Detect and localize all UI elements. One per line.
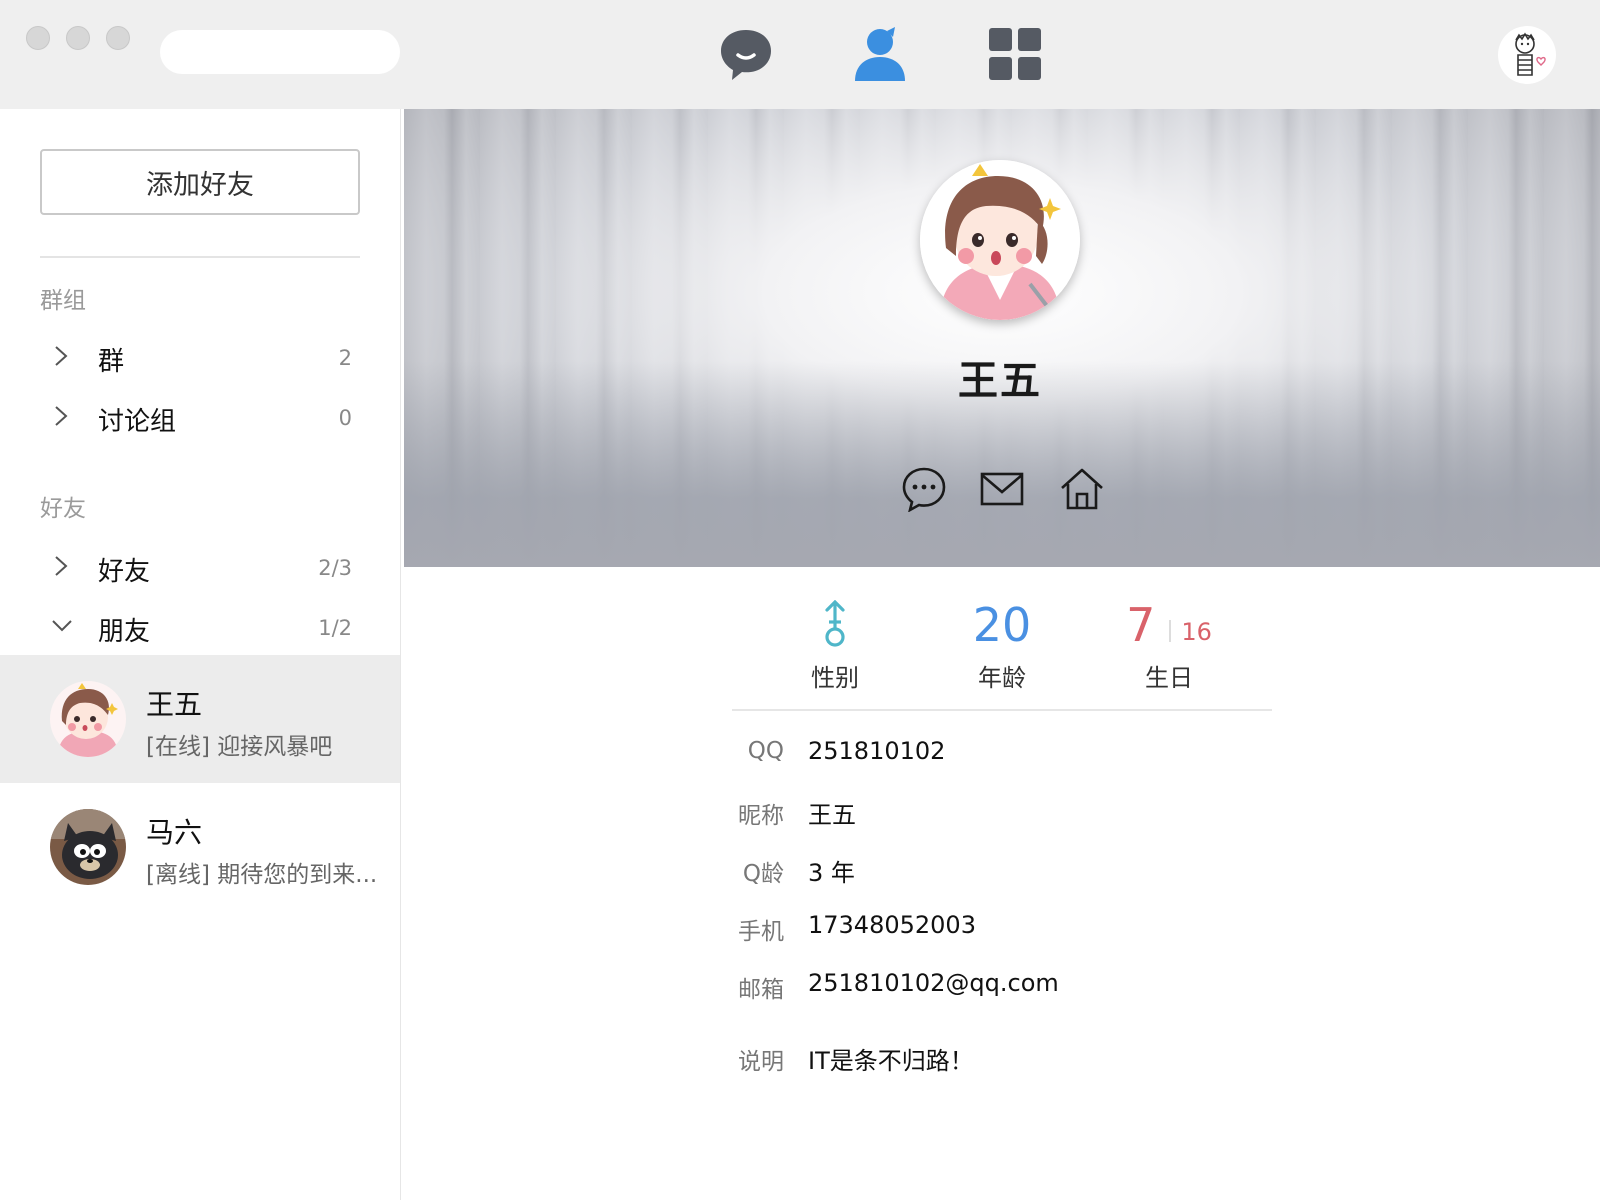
info-row-qq: QQ 251810102 [720,732,1420,772]
profile-stats: 性别 20 年龄 7 16 生日 [732,590,1272,710]
group-folder-count: 2 [338,346,352,370]
group-folder-discussion[interactable]: 讨论组 0 [0,393,400,449]
sidebar: 添加好友 群组 群 2 讨论组 0 好友 好友 2/3 朋友 1/2 王五 [在… [0,109,401,1200]
age-stat: 20 年龄 [927,590,1077,693]
nav-contacts-tab[interactable] [850,24,910,84]
title-bar [0,0,1600,109]
info-value: 3 年 [808,859,855,887]
age-label: 年龄 [978,664,1026,692]
info-row-phone: 手机 17348052003 [720,906,1420,946]
message-icon [902,467,946,513]
anime-girl-avatar-icon [920,160,1080,320]
send-mail-button[interactable] [979,466,1025,512]
info-row-description: 说明 IT是条不归路！ [720,1036,1420,1076]
info-value: 251810102 [808,737,946,765]
window-close-button[interactable] [26,26,50,50]
send-message-button[interactable] [901,466,947,513]
info-row-nickname: 昵称 王五 [720,790,1420,830]
friend-folder-count: 1/2 [318,616,352,640]
nav-apps-tab[interactable] [985,24,1045,84]
friend-name: 王五 [146,688,203,721]
group-folder-label: 群 [98,347,125,377]
doodle-avatar-icon [1515,32,1546,76]
chevron-right-icon [55,556,68,576]
info-value: 王五 [808,801,856,829]
sidebar-divider [40,256,360,258]
info-key: QQ [747,738,784,764]
friend-status: [离线] 期待您的到来... [146,862,378,888]
info-key: 说明 [738,1049,784,1075]
male-gender-icon [825,600,845,647]
avatar [50,681,126,757]
friend-folder-pengyou[interactable]: 朋友 1/2 [0,603,400,659]
friend-folder-label: 朋友 [98,617,151,647]
group-folder-qun[interactable]: 群 2 [0,333,400,389]
profile-name: 王五 [958,358,1042,404]
chevron-right-icon [55,346,68,366]
age-value: 20 [972,598,1032,652]
cartoon-cat-avatar-icon [50,809,126,885]
info-key: 邮箱 [738,977,784,1003]
birthday-stat: 7 16 生日 [1094,590,1244,693]
birthday-label: 生日 [1145,664,1193,692]
mail-icon [980,472,1024,506]
friend-folder-count: 2/3 [318,556,352,580]
birthday-day: 16 [1181,618,1212,646]
info-key: 昵称 [738,803,784,829]
search-input[interactable] [160,30,400,74]
info-row-q-age: Q龄 3 年 [720,848,1420,888]
info-value: 251810102@qq.com [808,969,1059,997]
info-value: IT是条不归路！ [808,1047,974,1075]
friend-folder-haoyou[interactable]: 好友 2/3 [0,543,400,599]
friends-section-label: 好友 [40,496,86,522]
contacts-person-icon [855,27,905,81]
visit-home-button[interactable] [1059,466,1105,512]
info-key: 手机 [738,919,784,945]
info-row-email: 邮箱 251810102@qq.com [720,964,1420,1004]
home-icon [1061,468,1103,510]
info-value: 17348052003 [808,911,976,939]
window-minimize-button[interactable] [66,26,90,50]
group-folder-label: 讨论组 [98,407,177,437]
friend-name: 马六 [146,816,203,849]
groups-section-label: 群组 [40,288,86,314]
birthday-month: 7 [1126,598,1156,652]
user-avatar-button[interactable] [1498,26,1556,84]
friend-item-maliu[interactable]: 马六 [离线] 期待您的到来... [0,783,400,911]
info-key: Q龄 [742,861,784,887]
group-folder-count: 0 [338,406,352,430]
nav-messages-tab[interactable] [716,24,776,84]
window-zoom-button[interactable] [106,26,130,50]
chat-bubble-icon [721,30,771,80]
chevron-down-icon [52,620,72,632]
profile-avatar [920,160,1080,320]
gender-stat: 性别 [760,590,910,693]
anime-girl-avatar-icon [50,681,126,757]
birthday-separator [1169,620,1172,642]
friend-folder-label: 好友 [98,557,151,587]
stats-divider [732,709,1272,711]
avatar [50,809,126,885]
apps-grid-icon [989,28,1041,80]
friend-status: [在线] 迎接风暴吧 [146,734,333,760]
add-friend-button[interactable]: 添加好友 [40,149,360,215]
gender-label: 性别 [811,664,859,692]
friend-item-wangwu[interactable]: 王五 [在线] 迎接风暴吧 [0,655,400,783]
chevron-right-icon [55,406,68,426]
